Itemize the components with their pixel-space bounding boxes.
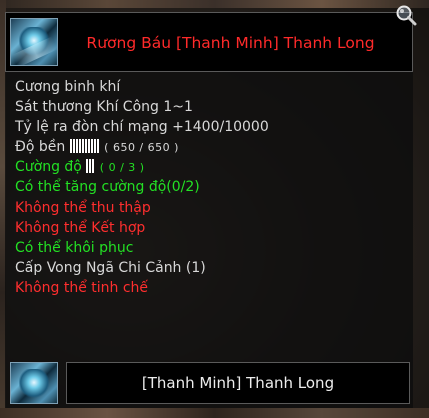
attribute-line: Có thể khôi phục: [15, 239, 134, 256]
dragon-portrait-icon: [10, 362, 58, 404]
bar-segment: [93, 139, 96, 154]
strength-label: Cường độ: [15, 159, 82, 176]
background-bottom: [0, 408, 429, 418]
durability-label: Độ bền: [15, 139, 66, 156]
strength-line: Cường độ ( 0 / 3 ): [15, 157, 410, 177]
attribute-list: Cương binh khí Sát thương Khí Công 1~1 T…: [15, 77, 410, 298]
attribute-line: Tỷ lệ ra đòn chí mạng +1400/10000: [15, 119, 269, 136]
bar-segment: [96, 139, 99, 154]
attribute-line: Cương binh khí: [15, 79, 121, 95]
bar-segment: [86, 159, 89, 174]
magnifier-icon[interactable]: [395, 4, 417, 26]
bar-segment: [84, 139, 87, 154]
bar-segment: [72, 139, 75, 154]
attribute-line: Không thể thu thập: [15, 199, 151, 216]
bar-segment: [90, 139, 93, 154]
strength-value: ( 0 / 3 ): [99, 161, 145, 175]
bar-segment: [81, 139, 84, 154]
item-title: Rương Báu [Thanh Minh] Thanh Long: [86, 34, 375, 52]
attribute-line: Sát thương Khí Công 1~1: [15, 99, 193, 116]
strength-bar: [86, 159, 95, 174]
attribute-line: Cấp Vong Ngã Chi Cảnh (1): [15, 259, 206, 276]
bar-segment: [89, 159, 92, 174]
durability-value: ( 650 / 650 ): [104, 141, 179, 155]
bar-segment: [78, 139, 81, 154]
background-top: [0, 0, 429, 8]
durability-bar: [69, 139, 100, 154]
attribute-line: Có thể tăng cường độ(0/2): [15, 179, 200, 196]
bar-segment: [87, 139, 90, 154]
attribute-line: Không thể tinh chế: [15, 279, 149, 296]
durability-line: Độ bền ( 650 / 650 ): [15, 137, 410, 157]
attribute-line: Không thể Kết hợp: [15, 219, 146, 236]
bar-segment: [92, 159, 95, 174]
bar-segment: [69, 139, 72, 154]
dragon-chest-icon: [10, 18, 58, 66]
footer-item-name: [Thanh Minh] Thanh Long: [141, 374, 335, 392]
bar-segment: [75, 139, 78, 154]
